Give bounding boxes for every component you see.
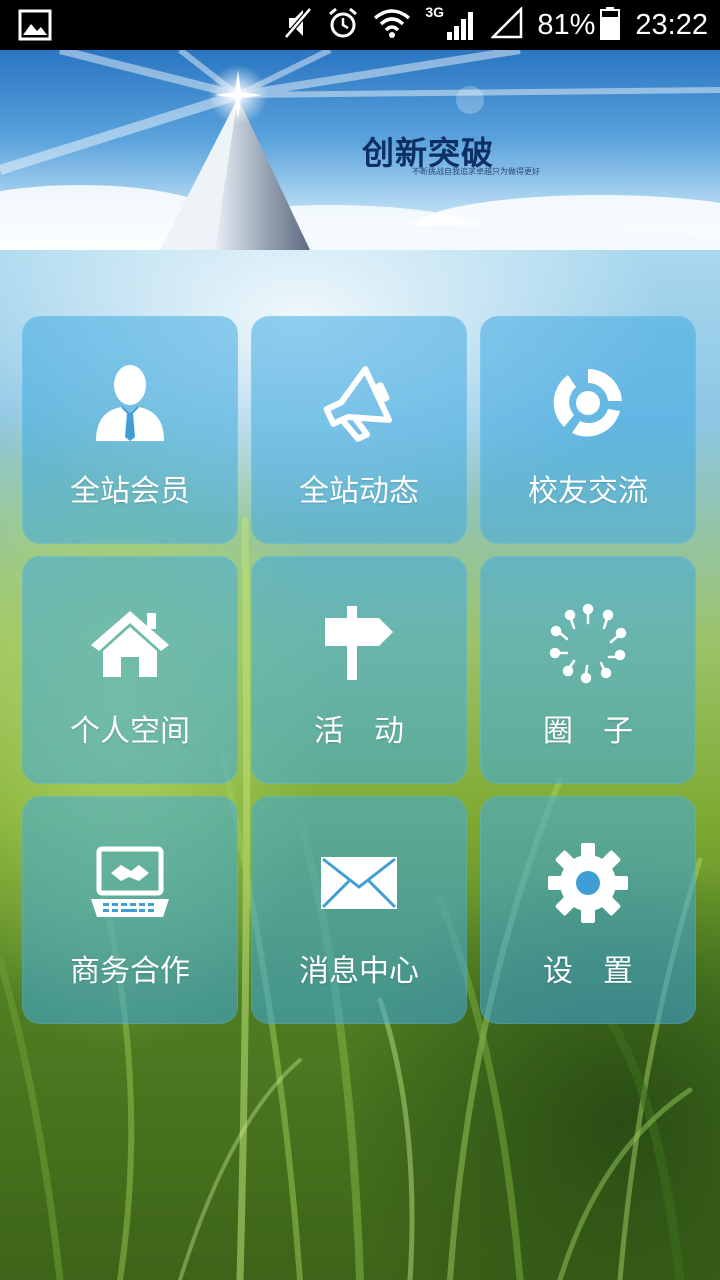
- menu-tile-label: 校友交流: [528, 474, 648, 509]
- gear-icon: [480, 838, 696, 928]
- signal-empty-icon: [490, 5, 523, 43]
- menu-tile-label: 活 动: [314, 714, 404, 749]
- wifi-icon: [373, 8, 411, 42]
- megaphone-icon: [251, 358, 467, 448]
- menu-tile-members[interactable]: 全站会员: [22, 316, 238, 544]
- exchange-icon: [480, 358, 696, 448]
- menu-tile-message-center[interactable]: 消息中心: [251, 796, 467, 1024]
- battery-icon: [599, 6, 621, 44]
- menu-tile-label: 设 置: [543, 954, 633, 989]
- menu-tile-personal-space[interactable]: 个人空间: [22, 556, 238, 784]
- header-banner: 创新突破 不断挑战自我追求卓越只为做得更好: [0, 50, 720, 250]
- menu-tile-label: 全站动态: [299, 474, 419, 509]
- signal-icon: 3G: [425, 4, 477, 42]
- home-icon: [22, 598, 238, 688]
- image-icon: [18, 9, 52, 45]
- envelope-icon: [251, 838, 467, 928]
- mute-icon: [283, 6, 313, 44]
- menu-tile-alumni-exchange[interactable]: 校友交流: [480, 316, 696, 544]
- menu-tile-label: 商务合作: [70, 954, 190, 989]
- member-icon: [22, 358, 238, 448]
- status-bar: 3G 81% 23:22: [0, 0, 720, 50]
- signpost-icon: [251, 598, 467, 688]
- clock-time: 23:22: [635, 8, 708, 41]
- menu-tile-label: 圈 子: [543, 714, 633, 749]
- menu-tile-settings[interactable]: 设 置: [480, 796, 696, 1024]
- menu-tile-label: 个人空间: [70, 714, 190, 749]
- menu-tile-label: 消息中心: [299, 954, 419, 989]
- menu-tile-site-news[interactable]: 全站动态: [251, 316, 467, 544]
- menu-tile-activities[interactable]: 活 动: [251, 556, 467, 784]
- menu-tile-label: 全站会员: [70, 474, 190, 509]
- menu-tile-business-cooperation[interactable]: 商务合作: [22, 796, 238, 1024]
- banner-subtitle: 不断挑战自我追求卓越只为做得更好: [412, 167, 540, 176]
- banner-artwork: [0, 50, 720, 250]
- handshake-laptop-icon: [22, 838, 238, 928]
- circle-people-icon: [480, 598, 696, 688]
- battery-percent: 81%: [537, 8, 596, 41]
- alarm-icon: [327, 6, 359, 44]
- menu-tile-circles[interactable]: 圈 子: [480, 556, 696, 784]
